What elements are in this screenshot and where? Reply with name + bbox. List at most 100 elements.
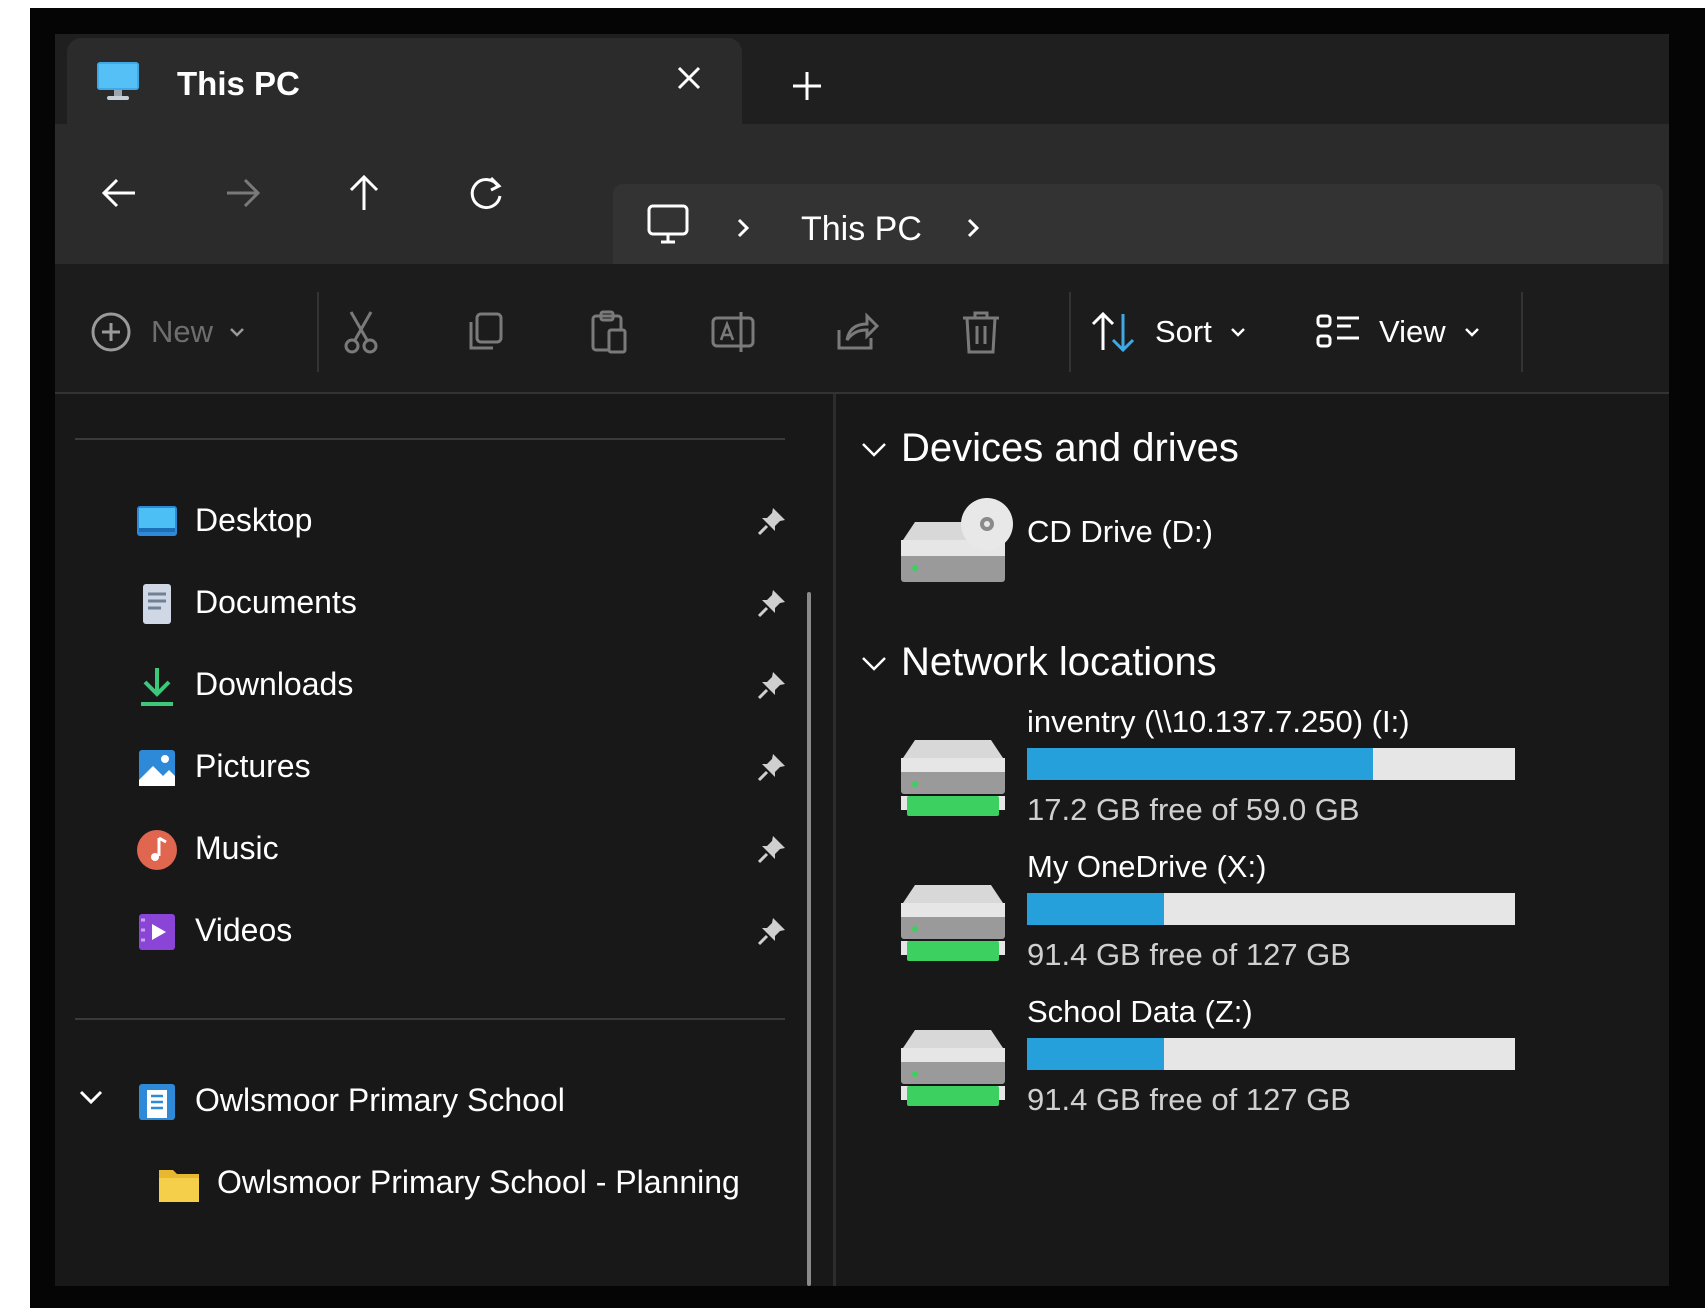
drive-free-space: 91.4 GB free of 127 GB — [1027, 1082, 1351, 1117]
chevron-right-icon[interactable] — [731, 214, 755, 242]
pin-icon[interactable] — [755, 668, 789, 702]
new-label: New — [151, 314, 214, 349]
pane-divider[interactable] — [833, 394, 836, 1286]
sidebar-item-videos[interactable]: Videos — [135, 900, 795, 960]
desktop-folder-icon — [137, 506, 177, 536]
sidebar-item-label: Owlsmoor Primary School - Planning — [217, 1164, 740, 1200]
sidebar-item-documents[interactable]: Documents — [135, 572, 795, 632]
breadcrumb-this-pc[interactable]: This PC — [801, 210, 922, 249]
sidebar-item-owlsmoor-planning[interactable]: Owlsmoor Primary School - Planning — [157, 1152, 817, 1212]
drive-usage-bar — [1027, 748, 1515, 780]
network-drive-icon — [901, 740, 1005, 816]
drive-name: My OneDrive (X:) — [1027, 849, 1267, 884]
folder-icon — [159, 1170, 199, 1202]
sidebar-item-downloads[interactable]: Downloads — [135, 654, 795, 714]
sidebar-item-label: Pictures — [195, 748, 311, 784]
sidebar-item-owlsmoor[interactable]: Owlsmoor Primary School — [135, 1070, 795, 1130]
pin-icon[interactable] — [755, 750, 789, 784]
new-button[interactable]: New — [89, 308, 249, 356]
drive-free-space: 91.4 GB free of 127 GB — [1027, 937, 1351, 972]
view-list-icon — [1316, 314, 1359, 348]
sidebar-item-music[interactable]: Music — [135, 818, 795, 878]
drive-free-space: 17.2 GB free of 59.0 GB — [1027, 792, 1360, 827]
cd-drive-icon — [901, 498, 1013, 582]
chevron-down-icon — [1464, 328, 1479, 337]
share-icon[interactable] — [833, 308, 881, 356]
downloads-folder-icon — [141, 668, 173, 706]
videos-folder-icon — [139, 914, 175, 950]
cut-icon[interactable] — [337, 308, 385, 356]
forward-arrow-icon[interactable] — [217, 168, 267, 218]
drive-name: School Data (Z:) — [1027, 994, 1253, 1029]
music-folder-icon — [137, 830, 177, 870]
drive-inventry[interactable]: inventry (\\10.137.7.250) (I:) 17.2 GB f… — [893, 704, 1593, 834]
sort-label: Sort — [1155, 314, 1212, 349]
toolbar-separator — [1069, 292, 1071, 372]
sort-icon — [1091, 311, 1135, 353]
refresh-icon[interactable] — [461, 168, 511, 218]
tab-title: This PC — [177, 65, 300, 102]
sidebar-divider — [75, 438, 785, 440]
command-bar: New Sort View — [55, 264, 1669, 394]
navigation-bar: This PC — [55, 124, 1669, 272]
sidebar-divider — [75, 1018, 785, 1020]
content-pane: Devices and drives CD Drive (D:) Network… — [837, 394, 1669, 1286]
rename-icon[interactable] — [709, 308, 757, 356]
sidebar-item-label: Desktop — [195, 502, 313, 538]
paste-icon[interactable] — [585, 308, 633, 356]
view-button[interactable]: View — [1315, 308, 1484, 356]
network-drive-icon — [901, 1030, 1005, 1106]
address-bar[interactable]: This PC — [613, 184, 1663, 272]
sidebar-item-desktop[interactable]: Desktop — [135, 490, 795, 550]
sidebar-item-label: Music — [195, 830, 279, 866]
sidebar-item-label: Owlsmoor Primary School — [195, 1082, 565, 1118]
drive-usage-fill — [1027, 1038, 1164, 1070]
navigation-pane: Desktop Documents Downloads Pictures Mus… — [55, 394, 835, 1286]
chevron-down-icon — [862, 657, 886, 671]
plus-circle-icon — [91, 312, 131, 352]
drive-my-onedrive[interactable]: My OneDrive (X:) 91.4 GB free of 127 GB — [893, 849, 1593, 979]
drive-usage-bar — [1027, 1038, 1515, 1070]
organization-icon — [139, 1084, 175, 1120]
pin-icon[interactable] — [755, 586, 789, 620]
up-arrow-icon[interactable] — [339, 168, 389, 218]
drive-cd[interactable]: CD Drive (D:) — [893, 494, 1593, 624]
file-explorer-window: This PC This PC New Sort View Desktop Do… — [55, 34, 1669, 1286]
documents-folder-icon — [143, 584, 171, 624]
chevron-down-icon — [1230, 328, 1245, 337]
sidebar-item-label: Downloads — [195, 666, 354, 702]
pin-icon[interactable] — [755, 504, 789, 538]
sidebar-item-label: Videos — [195, 912, 293, 948]
sort-button[interactable]: Sort — [1089, 308, 1250, 356]
tab-this-pc[interactable]: This PC — [67, 38, 742, 124]
monitor-icon — [97, 62, 139, 100]
drive-name: CD Drive (D:) — [1027, 514, 1213, 549]
pin-icon[interactable] — [755, 914, 789, 948]
back-arrow-icon[interactable] — [95, 168, 145, 218]
copy-icon[interactable] — [461, 308, 509, 356]
chevron-right-icon[interactable] — [961, 214, 985, 242]
view-label: View — [1379, 314, 1446, 349]
sidebar-item-label: Documents — [195, 584, 357, 620]
new-tab-icon[interactable] — [785, 64, 829, 108]
pin-icon[interactable] — [755, 832, 789, 866]
group-title: Devices and drives — [901, 426, 1239, 470]
sidebar-scrollbar[interactable] — [807, 592, 811, 1286]
drive-school-data[interactable]: School Data (Z:) 91.4 GB free of 127 GB — [893, 994, 1593, 1124]
pictures-folder-icon — [139, 750, 175, 786]
chevron-down-icon — [230, 328, 244, 337]
group-title: Network locations — [901, 640, 1217, 684]
sidebar-item-pictures[interactable]: Pictures — [135, 736, 795, 796]
network-drive-icon — [901, 885, 1005, 961]
drive-usage-fill — [1027, 893, 1164, 925]
chevron-down-icon — [862, 443, 886, 457]
chevron-down-icon[interactable] — [75, 1084, 107, 1110]
tab-strip: This PC — [55, 34, 1669, 124]
toolbar-separator — [1521, 292, 1523, 372]
toolbar-separator — [317, 292, 319, 372]
close-tab-icon[interactable] — [667, 56, 711, 100]
drive-usage-fill — [1027, 748, 1373, 780]
delete-icon[interactable] — [957, 308, 1005, 356]
computer-icon — [647, 204, 689, 244]
drive-usage-bar — [1027, 893, 1515, 925]
